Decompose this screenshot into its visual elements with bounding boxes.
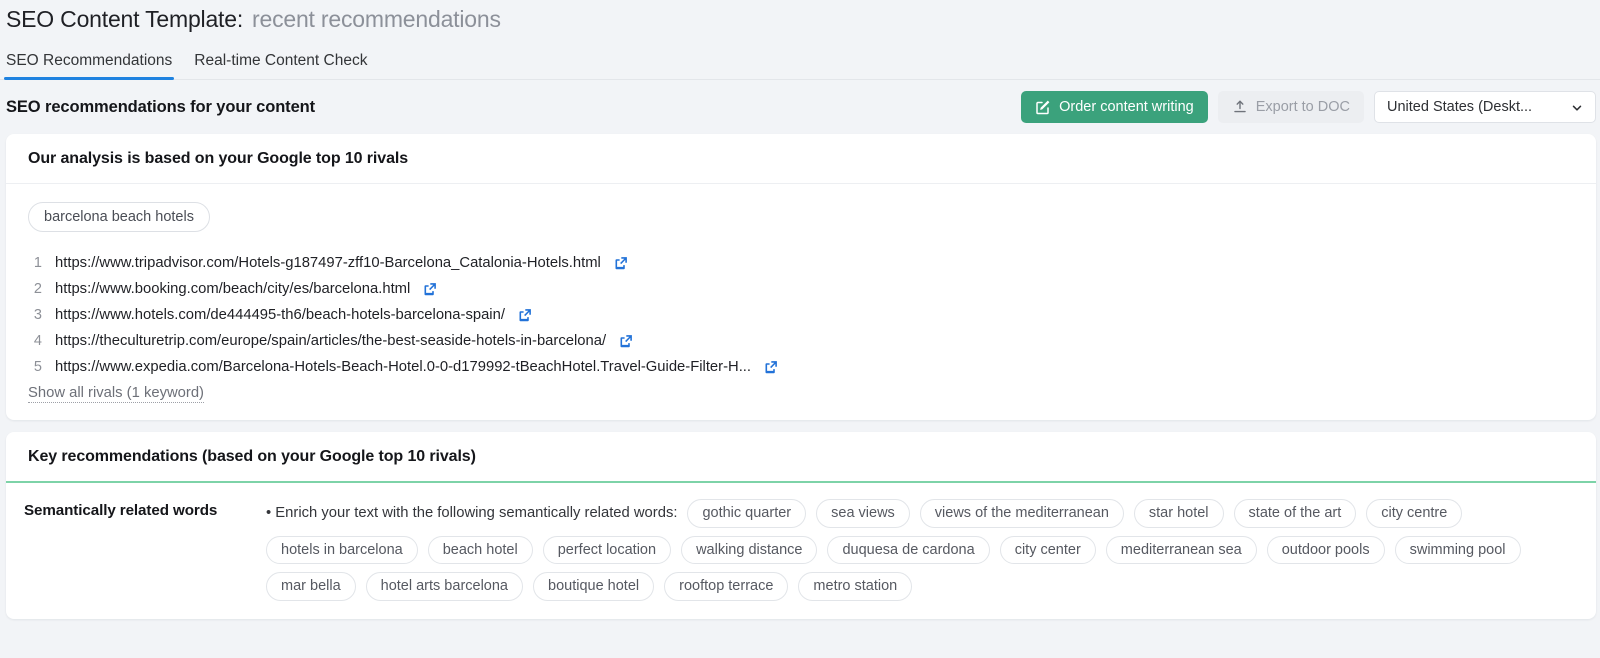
semantic-word-chip[interactable]: star hotel bbox=[1134, 499, 1224, 528]
semantic-word-chip[interactable]: city centre bbox=[1366, 499, 1462, 528]
rivals-list: 1 https://www.tripadvisor.com/Hotels-g187… bbox=[28, 250, 1574, 374]
rival-index: 3 bbox=[28, 307, 42, 323]
semantic-word-chip[interactable]: beach hotel bbox=[428, 536, 533, 565]
rival-index: 2 bbox=[28, 281, 42, 297]
database-select-value: United States (Deskt... bbox=[1387, 99, 1571, 115]
semantic-word-chip[interactable]: metro station bbox=[798, 572, 912, 601]
rival-url: https://www.expedia.com/Barcelona-Hotels… bbox=[55, 359, 751, 374]
toolbar-title: SEO recommendations for your content bbox=[6, 98, 1011, 117]
external-link-icon[interactable] bbox=[619, 334, 633, 348]
page-title-main: SEO Content Template: bbox=[6, 6, 243, 33]
key-recommendations-heading: Key recommendations (based on your Googl… bbox=[6, 432, 1596, 483]
rival-url: https://www.tripadvisor.com/Hotels-g1874… bbox=[55, 255, 601, 271]
show-all-rivals: Show all rivals (1 keyword) bbox=[6, 374, 1596, 420]
semantic-word-chip[interactable]: outdoor pools bbox=[1267, 536, 1385, 565]
tab-bar: SEO Recommendations Real-time Content Ch… bbox=[0, 46, 1600, 80]
rival-index: 4 bbox=[28, 333, 42, 349]
semantic-word-chip[interactable]: sea views bbox=[816, 499, 910, 528]
rival-url: https://www.hotels.com/de444495-th6/beac… bbox=[55, 307, 505, 323]
page-title-subject: recent recommendations bbox=[252, 6, 501, 33]
semantic-word-chip[interactable]: mediterranean sea bbox=[1106, 536, 1257, 565]
database-select[interactable]: United States (Deskt... bbox=[1374, 91, 1596, 123]
rival-index: 1 bbox=[28, 255, 42, 271]
semantic-word-chip[interactable]: state of the art bbox=[1234, 499, 1357, 528]
seo-content-template-page: SEO Content Template: recent recommendat… bbox=[0, 0, 1600, 658]
keyword-chip[interactable]: barcelona beach hotels bbox=[28, 202, 210, 232]
semantic-word-chip[interactable]: perfect location bbox=[543, 536, 671, 565]
semantic-word-chip[interactable]: views of the mediterranean bbox=[920, 499, 1124, 528]
tab-seo-recommendations[interactable]: SEO Recommendations bbox=[6, 52, 172, 79]
export-to-doc-label: Export to DOC bbox=[1256, 99, 1350, 115]
rival-index: 5 bbox=[28, 359, 42, 374]
rival-row: 4 https://theculturetrip.com/europe/spain… bbox=[28, 328, 1574, 354]
external-link-icon[interactable] bbox=[518, 308, 532, 322]
chevron-down-icon bbox=[1571, 101, 1583, 113]
semantic-word-chip[interactable]: gothic quarter bbox=[687, 499, 806, 528]
export-to-doc-button[interactable]: Export to DOC bbox=[1218, 91, 1364, 123]
semantically-related-words-row: Semantically related words • Enrich your… bbox=[6, 483, 1596, 619]
semantic-words-lead: • Enrich your text with the following se… bbox=[266, 506, 677, 521]
semantic-word-chip[interactable]: hotels in barcelona bbox=[266, 536, 418, 565]
page-title: SEO Content Template: recent recommendat… bbox=[0, 0, 1600, 46]
semantically-related-words-label: Semantically related words bbox=[24, 499, 256, 601]
order-content-writing-label: Order content writing bbox=[1059, 99, 1194, 115]
rival-row: 5 https://www.expedia.com/Barcelona-Hotel… bbox=[28, 354, 1574, 374]
rival-row: 3 https://www.hotels.com/de444495-th6/bea… bbox=[28, 302, 1574, 328]
semantic-word-chip[interactable]: swimming pool bbox=[1395, 536, 1521, 565]
semantic-word-chip[interactable]: rooftop terrace bbox=[664, 572, 788, 601]
toolbar: SEO recommendations for your content Ord… bbox=[0, 80, 1600, 134]
external-link-icon[interactable] bbox=[614, 256, 628, 270]
semantic-word-chip[interactable]: duquesa de cardona bbox=[827, 536, 989, 565]
edit-document-icon bbox=[1035, 99, 1051, 115]
external-link-icon[interactable] bbox=[764, 360, 778, 374]
semantic-word-chip[interactable]: mar bella bbox=[266, 572, 356, 601]
rival-url: https://theculturetrip.com/europe/spain/… bbox=[55, 333, 606, 349]
show-all-rivals-link[interactable]: Show all rivals (1 keyword) bbox=[28, 385, 204, 403]
order-content-writing-button[interactable]: Order content writing bbox=[1021, 91, 1208, 123]
semantic-word-chip[interactable]: walking distance bbox=[681, 536, 817, 565]
tab-real-time-content-check[interactable]: Real-time Content Check bbox=[194, 52, 367, 79]
semantic-word-chip[interactable]: city center bbox=[1000, 536, 1096, 565]
key-recommendations-card: Key recommendations (based on your Googl… bbox=[6, 432, 1596, 619]
external-link-icon[interactable] bbox=[423, 282, 437, 296]
semantic-word-chip[interactable]: hotel arts barcelona bbox=[366, 572, 523, 601]
upload-icon bbox=[1232, 99, 1248, 115]
semantically-related-words-content: • Enrich your text with the following se… bbox=[266, 499, 1578, 601]
rival-row: 1 https://www.tripadvisor.com/Hotels-g187… bbox=[28, 250, 1574, 276]
semantic-word-chip[interactable]: boutique hotel bbox=[533, 572, 654, 601]
semantic-word-list: • Enrich your text with the following se… bbox=[266, 499, 1578, 601]
rival-url: https://www.booking.com/beach/city/es/ba… bbox=[55, 281, 410, 297]
rivals-card-body: barcelona beach hotels 1 https://www.trip… bbox=[6, 184, 1596, 374]
rival-row: 2 https://www.booking.com/beach/city/es/b… bbox=[28, 276, 1574, 302]
rivals-card-heading: Our analysis is based on your Google top… bbox=[6, 134, 1596, 184]
rivals-card: Our analysis is based on your Google top… bbox=[6, 134, 1596, 420]
